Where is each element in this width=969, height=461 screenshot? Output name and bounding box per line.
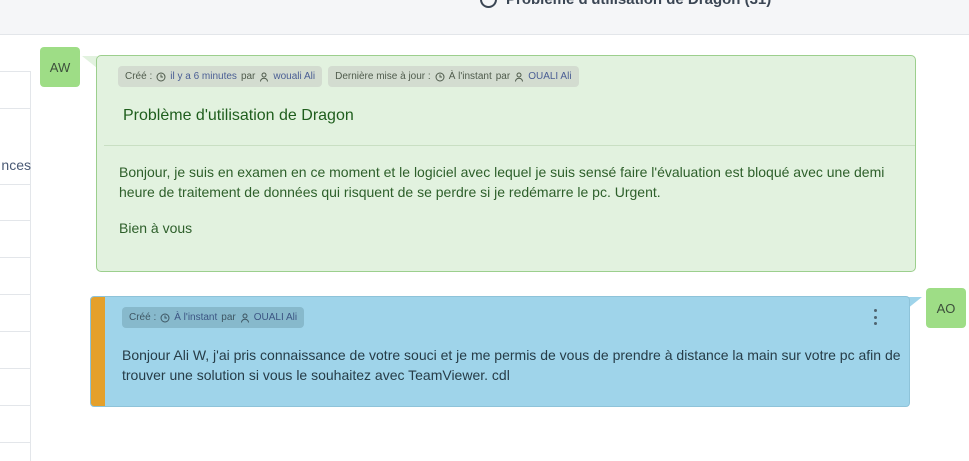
- message-title: Problème d'utilisation de Dragon: [123, 107, 354, 124]
- agent-message: Créé : À l'instant par OUALI Ali Bonjour…: [90, 296, 910, 407]
- message-paragraph: Bien à vous: [119, 220, 193, 236]
- user-icon: [260, 72, 269, 82]
- updated-author-link[interactable]: OUALI Ali: [528, 71, 571, 82]
- message-meta: Créé : il y a 6 minutes par wouali Ali D…: [118, 66, 579, 87]
- created-author-link[interactable]: wouali Ali: [273, 71, 315, 82]
- left-panel-divider: [0, 442, 31, 443]
- created-label: Créé :: [125, 71, 153, 82]
- created-time: À l'instant: [174, 312, 218, 323]
- updated-label: Dernière mise à jour :: [335, 71, 431, 82]
- left-panel-divider: [0, 294, 31, 295]
- left-side-panel: nces: [0, 71, 31, 461]
- user-icon: [515, 72, 524, 82]
- by-label: par: [221, 312, 236, 323]
- clock-icon: [156, 72, 166, 81]
- left-panel-divider: [0, 257, 31, 258]
- message-tail: [82, 56, 97, 68]
- created-time: il y a 6 minutes: [170, 71, 237, 82]
- left-panel-divider: [0, 184, 31, 185]
- avatar: AW: [40, 47, 80, 87]
- left-panel-divider: [0, 220, 31, 221]
- ticket-title-header: Problème d'utilisation de Dragon (31): [480, 0, 771, 8]
- message-paragraph: Bonjour, je suis en examen en ce moment …: [119, 164, 885, 200]
- clock-icon: [160, 313, 170, 322]
- created-badge: Créé : À l'instant par OUALI Ali: [122, 307, 305, 328]
- message-paragraph: Bonjour Ali W, j'ai pris connaissance de…: [122, 347, 901, 383]
- divider: [104, 145, 915, 146]
- left-panel-divider: [0, 331, 31, 332]
- avatar: AO: [926, 288, 966, 328]
- left-panel-divider: [0, 368, 31, 369]
- sidebar-item-partial[interactable]: nces: [0, 157, 31, 173]
- more-options-icon[interactable]: [871, 309, 879, 325]
- followup-stripe: [91, 297, 105, 406]
- user-message: Créé : il y a 6 minutes par wouali Ali D…: [96, 55, 916, 272]
- message-body: Bonjour Ali W, j'ai pris connaissance de…: [122, 345, 902, 385]
- message-body: Bonjour, je suis en examen en ce moment …: [119, 162, 899, 254]
- message-meta: Créé : À l'instant par OUALI Ali: [122, 307, 305, 328]
- left-panel-divider: [0, 405, 31, 406]
- created-badge: Créé : il y a 6 minutes par wouali Ali: [118, 66, 323, 87]
- updated-badge: Dernière mise à jour : À l'instant par O…: [328, 66, 579, 87]
- top-bar: Problème d'utilisation de Dragon (31): [0, 0, 969, 35]
- by-label: par: [240, 71, 256, 82]
- by-label: par: [495, 71, 511, 82]
- created-author-link[interactable]: OUALI Ali: [254, 312, 297, 323]
- left-panel-divider: [0, 108, 31, 109]
- status-circle-icon: [480, 0, 497, 8]
- created-label: Créé :: [129, 312, 157, 323]
- user-icon: [240, 313, 249, 323]
- ticket-title-text: Problème d'utilisation de Dragon (31): [506, 0, 771, 8]
- clock-icon: [435, 72, 445, 81]
- updated-time: À l'instant: [448, 71, 492, 82]
